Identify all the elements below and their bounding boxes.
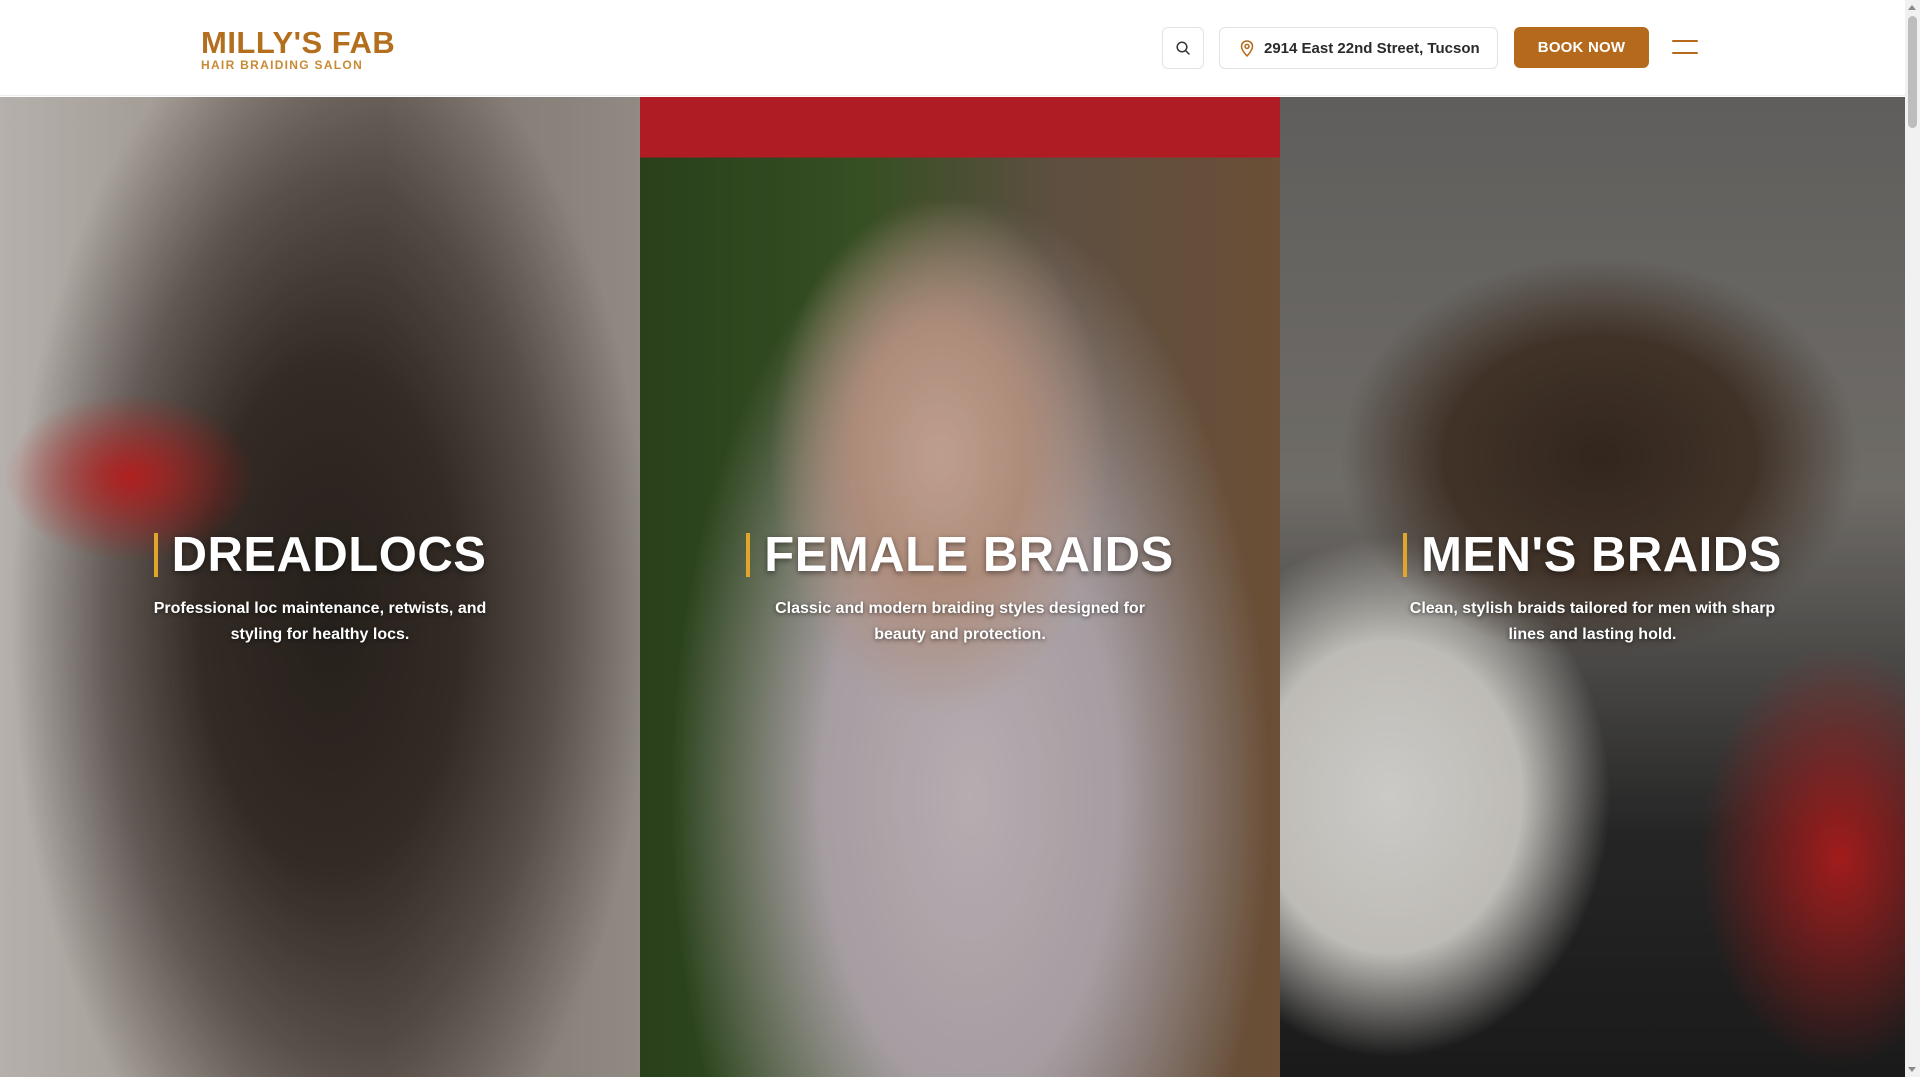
title-accent-bar <box>746 533 751 577</box>
panel-title: MEN'S BRAIDS <box>1403 530 1782 580</box>
panel-description: Professional loc maintenance, retwists, … <box>153 600 487 643</box>
map-pin-icon <box>1240 39 1254 57</box>
search-button[interactable] <box>1162 27 1204 69</box>
panel-title-text: DREADLOCS <box>171 528 487 582</box>
service-panel-dreadlocs[interactable]: DREADLOCS Professional loc maintenance, … <box>0 97 640 1077</box>
service-panel-mens-braids[interactable]: MEN'S BRAIDS Clean, stylish braids tailo… <box>1280 97 1905 1077</box>
services-hero: DREADLOCS Professional loc maintenance, … <box>0 97 1905 1077</box>
scroll-down-arrow-icon[interactable] <box>1908 1067 1916 1072</box>
scroll-up-arrow-icon[interactable] <box>1908 5 1916 10</box>
panel-title-text: MEN'S BRAIDS <box>1421 528 1782 582</box>
panel-content: FEMALE BRAIDS Classic and modern braidin… <box>640 530 1280 648</box>
title-accent-bar <box>1403 533 1408 577</box>
scroll-thumb[interactable] <box>1908 16 1917 128</box>
panel-title: FEMALE BRAIDS <box>746 530 1173 580</box>
panel-title-text: FEMALE BRAIDS <box>764 528 1174 582</box>
book-now-button[interactable]: BOOK NOW <box>1514 27 1649 68</box>
salon-logo[interactable]: MILLY'S FAB HAIR BRAIDING SALON <box>201 25 396 73</box>
search-icon <box>1176 41 1190 55</box>
menu-line <box>1672 52 1698 54</box>
site-header: MILLY'S FAB HAIR BRAIDING SALON 2914 Eas… <box>0 0 1905 96</box>
panel-description: Clean, stylish braids tailored for men w… <box>1409 600 1776 643</box>
panel-description: Classic and modern braiding styles desig… <box>775 600 1145 643</box>
menu-line <box>1672 40 1698 42</box>
hamburger-menu-icon[interactable] <box>1672 38 1698 56</box>
service-panel-female-braids[interactable]: FEMALE BRAIDS Classic and modern braidin… <box>640 97 1280 1077</box>
logo-name: MILLY'S FAB <box>201 25 396 60</box>
logo-tagline: HAIR BRAIDING SALON <box>201 58 364 72</box>
page-scrollbar[interactable] <box>1905 0 1920 1077</box>
panel-content: DREADLOCS Professional loc maintenance, … <box>0 530 640 648</box>
panel-title: DREADLOCS <box>153 528 487 582</box>
address-text: 2914 East 22nd Street, Tucson <box>1264 39 1480 57</box>
address-button[interactable]: 2914 East 22nd Street, Tucson <box>1219 27 1498 69</box>
title-accent-bar <box>153 533 158 577</box>
panel-content: MEN'S BRAIDS Clean, stylish braids tailo… <box>1280 530 1905 648</box>
